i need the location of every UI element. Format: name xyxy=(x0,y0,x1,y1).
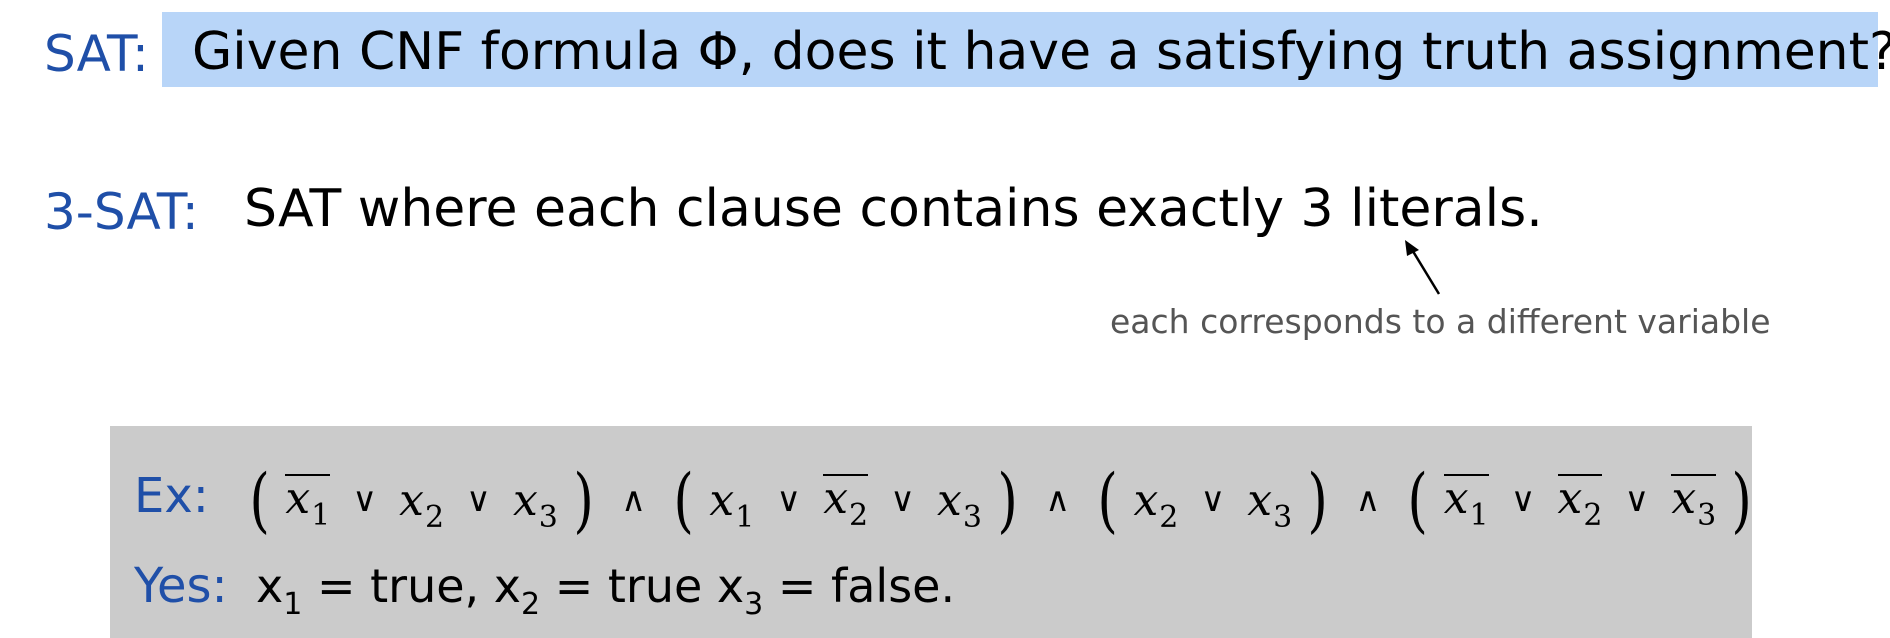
literal-variable: x xyxy=(937,474,962,526)
literal-subscript: 3 xyxy=(538,499,558,535)
literal-variable: x xyxy=(1557,472,1583,524)
literal-variable: x xyxy=(285,472,311,524)
negated-literal: x2 xyxy=(823,472,869,533)
assignment-subscript: 3 xyxy=(744,587,764,622)
literal: x1 xyxy=(709,474,754,535)
literal-annotation: each corresponds to a different variable xyxy=(1110,302,1771,341)
example-label: Ex: xyxy=(134,468,209,524)
assignment-variable: x xyxy=(493,559,521,613)
or-operator: ∨ xyxy=(1200,480,1226,520)
satisfying-assignment: x1 = true, x2 = true x3 = false. xyxy=(256,556,955,623)
threesat-label: 3-SAT: xyxy=(44,183,199,241)
or-operator: ∨ xyxy=(776,480,802,520)
or-operator: ∨ xyxy=(352,480,378,520)
arrow-icon xyxy=(1405,240,1441,295)
literal: x2 xyxy=(399,474,444,535)
literal: x2 xyxy=(1133,474,1178,535)
literal-variable: x xyxy=(1443,472,1469,524)
negated-literal: x1 xyxy=(1443,472,1489,533)
threesat-definition: SAT where each clause contains exactly 3… xyxy=(244,179,1543,239)
negated-literal: x1 xyxy=(285,472,331,533)
literal-subscript: 2 xyxy=(1583,497,1603,533)
negated-literal: x3 xyxy=(1671,472,1717,533)
yes-label: Yes: xyxy=(134,558,228,614)
or-operator: ∨ xyxy=(466,480,491,520)
assignment-subscript: 1 xyxy=(283,587,303,622)
close-paren: ) xyxy=(573,459,594,541)
assignment-value: = true xyxy=(540,559,703,613)
literal-subscript: 1 xyxy=(1469,497,1489,533)
assignment-subscript: 2 xyxy=(521,587,541,622)
literal-variable: x xyxy=(1671,472,1697,524)
literal: x3 xyxy=(512,474,558,535)
literal-subscript: 1 xyxy=(311,497,331,533)
and-operator: ∧ xyxy=(1355,480,1381,520)
assignment-value: = false. xyxy=(763,559,956,613)
close-paren: ) xyxy=(1307,459,1329,541)
assignment-variable: x xyxy=(716,559,745,613)
sat-label: SAT: xyxy=(44,25,149,83)
literal: x3 xyxy=(1247,474,1292,535)
assignment-variable: x xyxy=(256,559,284,613)
or-operator: ∨ xyxy=(1624,480,1650,520)
literal-variable: x xyxy=(1133,474,1159,526)
open-paren: ( xyxy=(1407,459,1429,541)
literal-variable: x xyxy=(1247,474,1273,526)
literal-subscript: 2 xyxy=(424,499,445,535)
sat-definition: Given CNF formula Φ, does it have a sati… xyxy=(192,22,1890,82)
literal-subscript: 3 xyxy=(1697,497,1717,533)
literal-subscript: 2 xyxy=(1159,499,1179,535)
and-operator: ∧ xyxy=(1045,480,1071,520)
literal-variable: x xyxy=(823,472,849,524)
open-paren: ( xyxy=(673,459,694,541)
literal-subscript: 3 xyxy=(962,499,982,535)
literal-variable: x xyxy=(399,474,424,526)
or-operator: ∨ xyxy=(890,480,915,520)
literal: x3 xyxy=(937,474,982,535)
literal-subscript: 2 xyxy=(849,497,869,533)
close-paren: ) xyxy=(997,459,1018,541)
or-operator: ∨ xyxy=(1510,480,1536,520)
literal-subscript: 1 xyxy=(735,499,755,535)
and-operator: ∧ xyxy=(621,480,647,520)
open-paren: ( xyxy=(1097,459,1119,541)
cnf-formula: (x1 ∨ x2 ∨ x3) ∧(x1 ∨ x2 ∨ x3) ∧(x2 ∨ x3) ∧(x1 ∨ x2 ∨ x3) xyxy=(244,455,1758,545)
literal-variable: x xyxy=(512,474,538,526)
open-paren: ( xyxy=(249,459,270,541)
literal-variable: x xyxy=(709,474,735,526)
close-paren: ) xyxy=(1731,459,1753,541)
assignment-value: = true, xyxy=(302,559,480,613)
negated-literal: x2 xyxy=(1557,472,1603,533)
literal-subscript: 3 xyxy=(1273,499,1293,535)
